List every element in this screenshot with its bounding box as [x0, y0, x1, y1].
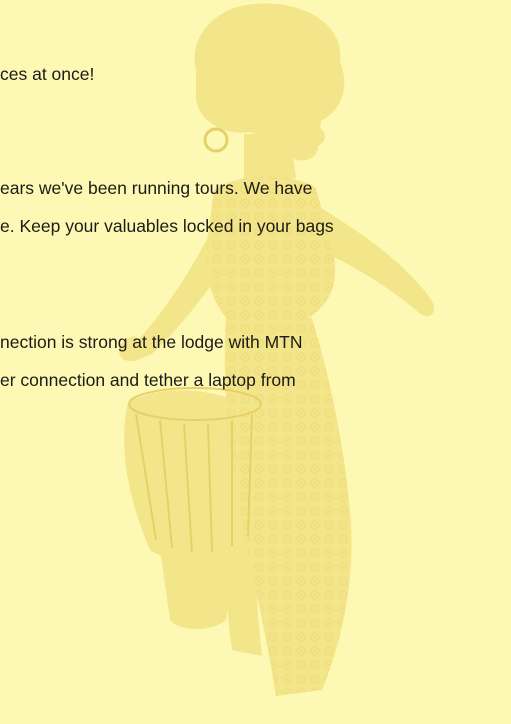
paragraph-3-line-1: nection is strong at the lodge with MTN: [0, 332, 303, 352]
paragraph-2-line-2: e. Keep your valuables locked in your ba…: [0, 216, 334, 236]
paragraph-1-line-1: ces at once!: [0, 64, 95, 84]
paragraph-2-line-1: ears we've been running tours. We have: [0, 178, 313, 198]
document-body: ces at once! ears we've been running tou…: [0, 0, 511, 724]
paragraph-3-line-2: er connection and tether a laptop from: [0, 370, 296, 390]
